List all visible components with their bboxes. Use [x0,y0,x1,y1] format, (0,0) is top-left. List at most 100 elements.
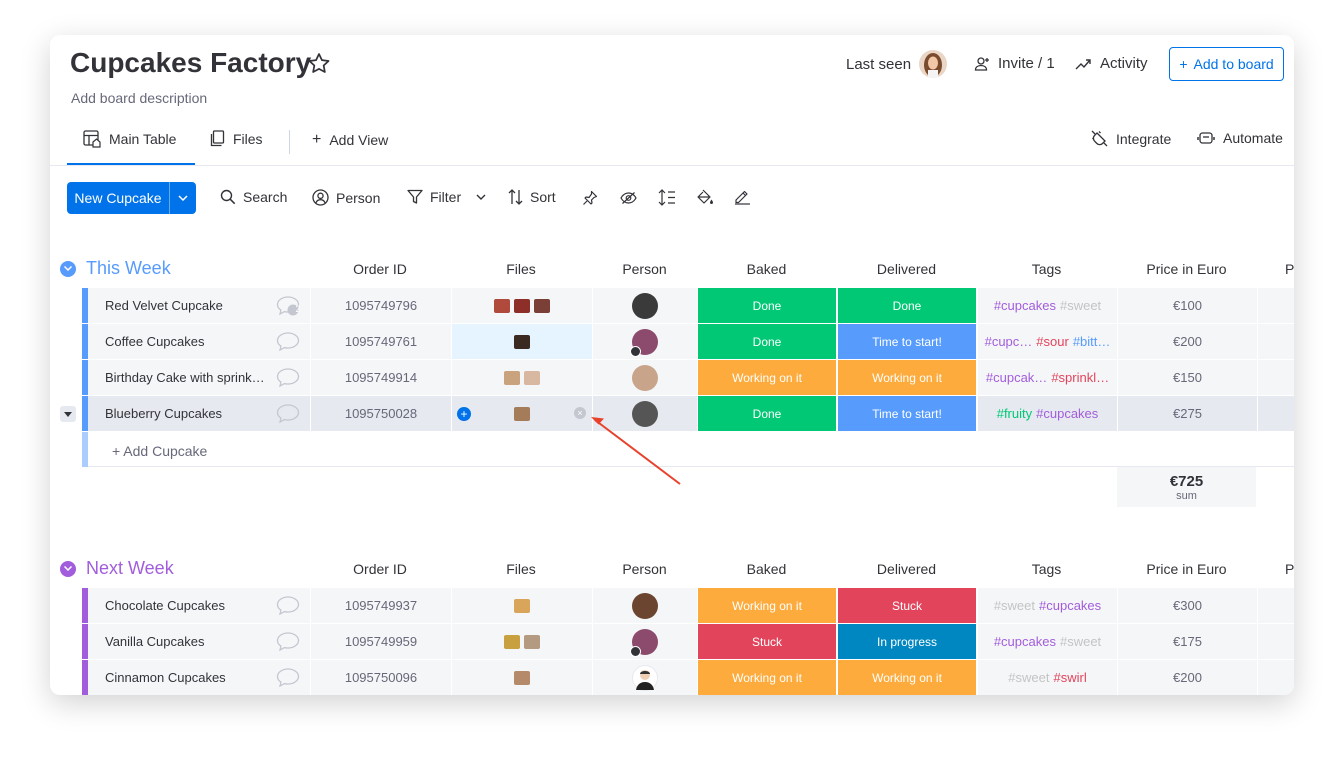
add-update-icon[interactable] [276,403,300,425]
activity-button[interactable]: Activity [1075,55,1148,72]
avatar[interactable] [632,364,658,391]
search-button[interactable]: Search [220,189,287,205]
order-id-cell[interactable]: 1095750096 [311,660,451,695]
baked-status[interactable]: Done [698,288,836,323]
order-id-cell[interactable]: 1095750028 [311,396,451,431]
column-header-baked[interactable]: Baked [697,561,836,577]
delivered-status[interactable]: In progress [838,624,976,659]
last-seen[interactable]: Last seen [846,50,948,78]
filter-button[interactable]: Filter [407,189,486,205]
tags-cell[interactable]: #fruity #cupcakes [978,396,1117,431]
file-thumbnail[interactable] [504,634,520,649]
avatar[interactable] [632,664,658,691]
item-name[interactable]: Red Velvet Cupcake [105,298,265,313]
tags-cell[interactable]: #cupc… #sour #bitt… [978,324,1117,359]
invite-button[interactable]: Invite / 1 [974,55,1055,72]
item-name[interactable]: Coffee Cupcakes [105,334,265,349]
tags-cell[interactable]: #cupcakes #sweet [978,624,1117,659]
tag[interactable]: #swirl [1053,670,1086,685]
baked-status[interactable]: Working on it [698,588,836,623]
order-id-cell[interactable]: 1095749914 [311,360,451,395]
tag[interactable]: #cupcakes [1039,598,1101,613]
column-header-delivered[interactable]: Delivered [837,261,976,277]
delivered-status[interactable]: Time to start! [838,396,976,431]
add-update-icon[interactable] [276,631,300,653]
delivered-status[interactable]: Working on it [838,660,976,695]
delivered-status[interactable]: Time to start! [838,324,976,359]
tab-main-table[interactable]: Main Table [83,130,176,148]
baked-status[interactable]: Done [698,396,836,431]
item-name[interactable]: Vanilla Cupcakes [105,634,265,649]
files-cell[interactable] [452,660,592,695]
files-cell[interactable]: + × [452,396,592,431]
group-header-next-week[interactable]: Next Week [60,558,174,579]
column-header-price[interactable]: Price in Euro [1117,561,1256,577]
item-name-cell[interactable]: Chocolate Cupcakes [88,588,310,623]
column-header-person[interactable]: Person [592,261,697,277]
integrate-button[interactable]: Integrate [1091,130,1171,147]
person-cell[interactable] [593,360,697,395]
item-name[interactable]: Blueberry Cupcakes [105,406,265,421]
next-column-cell[interactable] [1258,396,1294,431]
automate-button[interactable]: Automate [1197,130,1283,146]
baked-status[interactable]: Stuck [698,624,836,659]
baked-status[interactable]: Working on it [698,660,836,695]
hide-icon[interactable] [620,191,637,205]
file-thumbnail[interactable] [504,370,520,385]
column-header-files[interactable]: Files [451,261,591,277]
add-update-icon[interactable] [276,667,300,689]
tag[interactable]: #sweet [1060,298,1101,313]
tag[interactable]: #sprinkl… [1051,370,1109,385]
delivered-status[interactable]: Working on it [838,360,976,395]
next-column-cell[interactable] [1258,660,1294,695]
next-column-cell[interactable] [1258,324,1294,359]
tag[interactable]: #fruity [997,406,1032,421]
price-cell[interactable]: €150 [1118,360,1257,395]
avatar[interactable] [632,292,658,319]
file-thumbnail[interactable] [524,370,540,385]
delivered-status[interactable]: Done [838,288,976,323]
files-cell[interactable] [452,588,592,623]
price-cell[interactable]: €300 [1118,588,1257,623]
new-item-label[interactable]: New Cupcake [67,182,169,214]
files-cell[interactable] [452,624,592,659]
files-cell[interactable] [452,288,592,323]
next-column-cell[interactable] [1258,360,1294,395]
item-name-cell[interactable]: Birthday Cake with sprinkl… [88,360,310,395]
price-cell[interactable]: €100 [1118,288,1257,323]
pin-icon[interactable] [582,190,598,206]
column-header-delivered[interactable]: Delivered [837,561,976,577]
tab-files[interactable]: Files [210,130,263,147]
file-thumbnail[interactable] [524,634,540,649]
file-thumbnail[interactable] [514,406,530,421]
item-name[interactable]: Chocolate Cupcakes [105,598,265,613]
tag[interactable]: #sweet [1060,634,1101,649]
price-cell[interactable]: €200 [1118,660,1257,695]
person-filter-button[interactable]: Person [312,189,380,206]
add-to-board-button[interactable]: + Add to board [1169,47,1284,81]
column-header-tags[interactable]: Tags [977,561,1116,577]
tag[interactable]: #sweet [994,598,1035,613]
avatar[interactable] [632,592,658,619]
item-name-cell[interactable]: Red Velvet Cupcake 2 [88,288,310,323]
column-header-next[interactable]: P [1285,561,1294,577]
new-item-button[interactable]: New Cupcake [67,182,196,214]
file-thumbnail[interactable] [514,298,530,313]
price-cell[interactable]: €275 [1118,396,1257,431]
avatar[interactable] [630,328,658,357]
file-thumbnail[interactable] [534,298,550,313]
tag[interactable]: #sour [1036,334,1069,349]
price-cell[interactable]: €200 [1118,324,1257,359]
tag[interactable]: #cupcakes [994,298,1056,313]
group-title[interactable]: Next Week [86,558,174,579]
add-item-input[interactable]: + Add Cupcake [112,443,207,459]
tags-cell[interactable]: #cupcakes #sweet [978,288,1117,323]
order-id-cell[interactable]: 1095749761 [311,324,451,359]
person-cell[interactable] [593,288,697,323]
item-name-cell[interactable]: Blueberry Cupcakes [88,396,310,431]
file-thumbnail[interactable] [494,298,510,313]
add-update-icon[interactable] [276,595,300,617]
new-item-dropdown[interactable] [169,182,196,214]
tags-cell[interactable]: #sweet #swirl [978,660,1117,695]
person-cell[interactable] [593,588,697,623]
